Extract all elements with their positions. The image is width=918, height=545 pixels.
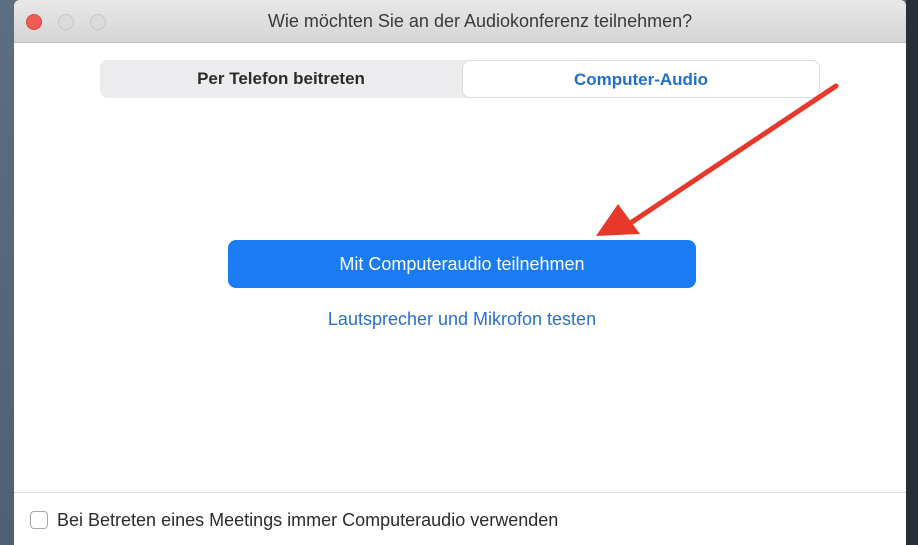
test-speaker-microphone-link[interactable]: Lautsprecher und Mikrofon testen xyxy=(228,306,696,332)
window-title: Wie möchten Sie an der Audiokonferenz te… xyxy=(267,11,693,31)
always-use-computer-audio-checkbox[interactable] xyxy=(30,511,48,529)
tab-phone[interactable]: Per Telefon beitreten xyxy=(100,60,462,98)
always-use-computer-audio-label[interactable]: Bei Betreten eines Meetings immer Comput… xyxy=(57,507,558,533)
join-with-computer-audio-button[interactable]: Mit Computeraudio teilnehmen xyxy=(228,240,696,288)
footer-options: Bei Betreten eines Meetings immer Comput… xyxy=(14,492,906,545)
title-bar[interactable]: Wie möchten Sie an der Audiokonferenz te… xyxy=(14,0,906,43)
audio-join-dialog: Wie möchten Sie an der Audiokonferenz te… xyxy=(14,0,906,545)
audio-mode-tabs: Per Telefon beitreten Computer-Audio xyxy=(100,60,820,98)
tab-computer-audio[interactable]: Computer-Audio xyxy=(462,60,820,98)
desktop-edge xyxy=(906,0,918,545)
